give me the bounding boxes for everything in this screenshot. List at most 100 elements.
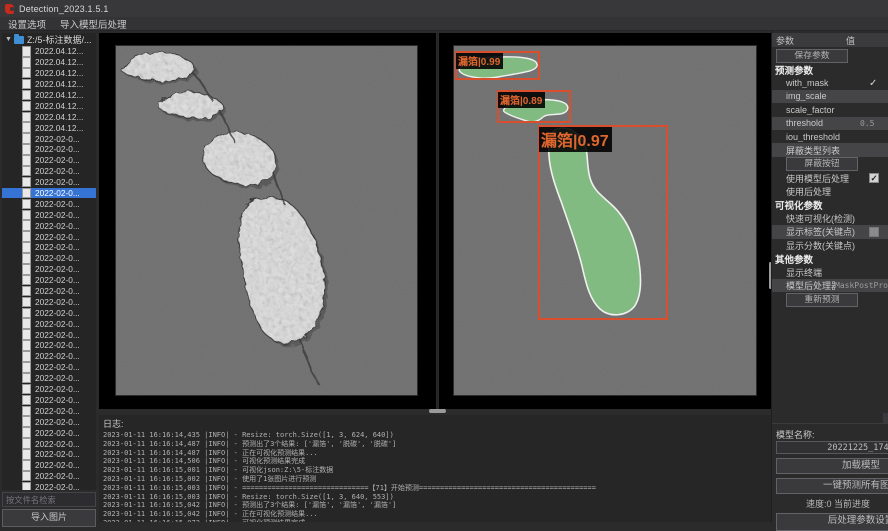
panel-divider[interactable] bbox=[437, 33, 438, 409]
tree-item[interactable]: 2022-02-0... bbox=[2, 395, 96, 406]
postprocess-settings-button[interactable]: 后处理参数设置 bbox=[776, 513, 888, 531]
file-icon bbox=[22, 177, 31, 188]
tree-item[interactable]: 2022-02-0... bbox=[2, 405, 96, 416]
log-line: 2023-01-11 16:16:15,042 |INFO| - 预测出了3个结… bbox=[99, 501, 771, 510]
tree-item[interactable]: 2022.04.12... bbox=[2, 111, 96, 122]
tree-item-label: 2022-02-0... bbox=[35, 373, 80, 383]
param-button-row: 重新预测 bbox=[772, 292, 888, 307]
file-icon bbox=[22, 188, 31, 199]
tree-item[interactable]: 2022-02-0... bbox=[2, 351, 96, 362]
tree-item[interactable]: 2022-02-0... bbox=[2, 482, 96, 490]
splitter-grip[interactable] bbox=[429, 409, 446, 413]
log-line: 2023-01-11 16:16:15,002 |INFO| - 使用了1张图片… bbox=[99, 475, 771, 484]
predict-all-button[interactable]: 一键预测所有图片 bbox=[776, 478, 888, 494]
tree-root-node[interactable]: ▼ Z:/5-标注数据/... bbox=[2, 33, 96, 46]
param-section-header: 预测参数 bbox=[772, 63, 888, 76]
param-button[interactable]: 重新预测 bbox=[786, 293, 858, 307]
chevron-down-icon[interactable]: ▼ bbox=[5, 36, 12, 43]
param-button[interactable]: 保存参数 bbox=[776, 49, 848, 63]
tree-item[interactable]: 2022-02-0... bbox=[2, 188, 96, 199]
tree-item[interactable]: 2022-02-0... bbox=[2, 427, 96, 438]
file-icon bbox=[22, 275, 31, 286]
tree-item[interactable]: 2022-02-0... bbox=[2, 286, 96, 297]
file-icon bbox=[22, 340, 31, 351]
file-icon bbox=[22, 438, 31, 449]
menu-import-postprocess[interactable]: 导入模型后处理 bbox=[60, 17, 127, 31]
param-checkbox[interactable]: ✓ bbox=[869, 173, 879, 183]
file-icon bbox=[22, 395, 31, 406]
tree-item[interactable]: 2022-02-0... bbox=[2, 460, 96, 471]
tree-item[interactable]: 2022.04.12... bbox=[2, 68, 96, 79]
param-row: 屏蔽类型列表 bbox=[772, 143, 888, 156]
param-row: 使用模型后处理✓ bbox=[772, 172, 888, 185]
tree-item[interactable]: 2022-02-0... bbox=[2, 133, 96, 144]
tree-item[interactable]: 2022-02-0... bbox=[2, 340, 96, 351]
log-lines: 2023-01-11 16:16:14,435 |INFO| - Resize:… bbox=[99, 431, 771, 522]
tree-item[interactable]: 2022-02-0... bbox=[2, 220, 96, 231]
param-row: 模型后处理器MaskPostPro bbox=[772, 279, 888, 292]
tree-item[interactable]: 2022-02-0... bbox=[2, 384, 96, 395]
import-images-button[interactable]: 导入图片 bbox=[2, 509, 96, 527]
tree-item[interactable]: 2022-02-0... bbox=[2, 438, 96, 449]
tree-item[interactable]: 2022-02-0... bbox=[2, 209, 96, 220]
params-header: 参数 值 bbox=[772, 33, 888, 48]
tree-item[interactable]: 2022-02-0... bbox=[2, 449, 96, 460]
param-row: 显示标签(关键点) bbox=[772, 225, 888, 238]
tree-item[interactable]: 2022-02-0... bbox=[2, 177, 96, 188]
param-row: 使用后处理 bbox=[772, 185, 888, 198]
param-checkbox[interactable] bbox=[869, 227, 879, 237]
tree-item[interactable]: 2022.04.12... bbox=[2, 46, 96, 57]
tree-item-label: 2022-02-0... bbox=[35, 155, 80, 165]
tree-item[interactable]: 2022-02-0... bbox=[2, 471, 96, 482]
param-row: img_scale bbox=[772, 90, 888, 103]
load-model-button[interactable]: 加载模型 bbox=[776, 458, 888, 474]
tree-item[interactable]: 2022-02-0... bbox=[2, 264, 96, 275]
tree-item-label: 2022-02-0... bbox=[35, 188, 80, 198]
tree-item[interactable]: 2022.04.12... bbox=[2, 79, 96, 90]
tree-item[interactable]: 2022-02-0... bbox=[2, 242, 96, 253]
tree-item-label: 2022-02-0... bbox=[35, 308, 80, 318]
log-line: 2023-01-11 16:16:15,001 |INFO| - 可视化json… bbox=[99, 466, 771, 475]
param-row: with_mask✓ bbox=[772, 76, 888, 89]
tree-item[interactable]: 2022-02-0... bbox=[2, 198, 96, 209]
tree-item[interactable]: 2022-02-0... bbox=[2, 144, 96, 155]
tree-item[interactable]: 2022-02-0... bbox=[2, 373, 96, 384]
param-button-row: 屏蔽按钮 bbox=[772, 157, 888, 172]
tree-item-label: 2022-02-0... bbox=[35, 144, 80, 154]
tree-item[interactable]: 2022.04.12... bbox=[2, 100, 96, 111]
tree-item[interactable]: 2022-02-0... bbox=[2, 296, 96, 307]
file-icon bbox=[22, 101, 31, 112]
menu-settings[interactable]: 设置选项 bbox=[8, 17, 46, 31]
tree-item[interactable]: 2022-02-0... bbox=[2, 253, 96, 264]
file-icon bbox=[22, 329, 31, 340]
params-panel: 参数 值 保存参数预测参数with_mask✓img_scalescale_fa… bbox=[772, 33, 888, 413]
window-title: Detection_2023.1.5.1 bbox=[19, 4, 109, 14]
param-row: threshold0.5 bbox=[772, 117, 888, 130]
tree-item-label: 2022-02-0... bbox=[35, 417, 80, 427]
tree-item[interactable]: 2022-02-0... bbox=[2, 166, 96, 177]
tree-item[interactable]: 2022.04.12... bbox=[2, 90, 96, 101]
tree-item[interactable]: 2022-02-0... bbox=[2, 231, 96, 242]
tree-item[interactable]: 2022-02-0... bbox=[2, 362, 96, 373]
tree-item[interactable]: 2022-02-0... bbox=[2, 318, 96, 329]
param-button[interactable]: 屏蔽按钮 bbox=[786, 157, 858, 171]
log-area[interactable]: 日志: 2023-01-11 16:16:14,435 |INFO| - Res… bbox=[99, 415, 771, 522]
tree-item[interactable]: 2022-02-0... bbox=[2, 416, 96, 427]
tree-item[interactable]: 2022-02-0... bbox=[2, 155, 96, 166]
tree-item[interactable]: 2022-02-0... bbox=[2, 275, 96, 286]
file-icon bbox=[22, 318, 31, 329]
tree-item[interactable]: 2022.04.12... bbox=[2, 57, 96, 68]
tree-item[interactable]: 2022-02-0... bbox=[2, 307, 96, 318]
file-icon bbox=[22, 253, 31, 264]
param-label: 显示标签(关键点) bbox=[772, 225, 860, 238]
param-value: 0.5 bbox=[860, 119, 874, 128]
search-input[interactable] bbox=[2, 492, 96, 507]
tree-item-label: 2022-02-0... bbox=[35, 351, 80, 361]
file-icon bbox=[22, 46, 31, 57]
tree-item[interactable]: 2022-02-0... bbox=[2, 329, 96, 340]
tree-item[interactable]: 2022.04.12... bbox=[2, 122, 96, 133]
model-name-field[interactable]: 20221225_174813 bbox=[776, 441, 888, 454]
param-label: img_scale bbox=[772, 91, 860, 101]
model-section: 模型名称: 20221225_174813 加载模型 一键预测所有图片 速度:0… bbox=[772, 423, 888, 523]
param-label: iou_threshold bbox=[772, 132, 860, 142]
